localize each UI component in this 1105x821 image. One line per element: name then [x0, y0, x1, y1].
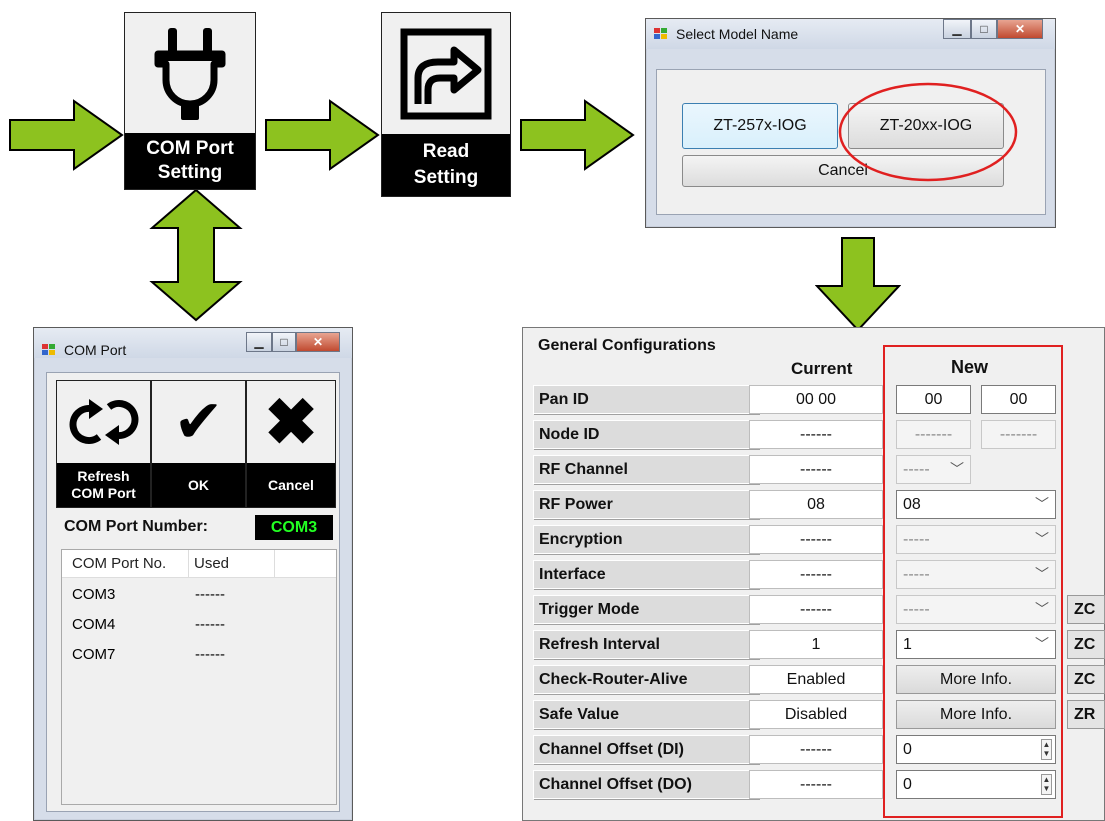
minimize-button[interactable]: ▁ [246, 332, 272, 352]
list-item-used: ------ [195, 646, 225, 663]
row-label-rf-power: RF Power [533, 490, 759, 519]
current-node-id: ------ [749, 420, 883, 449]
window-app-icon [654, 28, 667, 39]
flow-arrow-3 [520, 99, 635, 171]
current-refresh-interval: 1 [749, 630, 883, 659]
current-encryption: ------ [749, 525, 883, 554]
list-item[interactable]: COM7 [72, 646, 115, 663]
current-trigger-mode: ------ [749, 595, 883, 624]
flow-double-arrow [149, 188, 243, 322]
flow-down-arrow [815, 237, 901, 332]
current-rf-power: 08 [749, 490, 883, 519]
window-title: COM Port [64, 342, 127, 358]
cancel-button[interactable]: ✖ Cancel [246, 380, 336, 508]
refresh-com-port-label: Refresh COM Port [57, 463, 150, 507]
window-title: Select Model Name [676, 26, 799, 42]
row-label-encryption: Encryption [533, 525, 759, 554]
close-button[interactable]: ✕ [296, 332, 340, 352]
read-setting-button[interactable]: Read Setting [381, 12, 511, 197]
checkmark-icon: ✔ [173, 388, 224, 455]
check-router-alive-side-label: ZC [1067, 665, 1105, 694]
column-current-header: Current [791, 359, 853, 378]
trigger-mode-side-label: ZC [1067, 595, 1105, 624]
row-label-rf-channel: RF Channel [533, 455, 759, 484]
row-label-node-id: Node ID [533, 420, 759, 449]
flow-arrow-2 [265, 99, 380, 171]
flow-arrow-1 [9, 99, 124, 171]
current-check-router-alive: Enabled [749, 665, 883, 694]
refresh-icon [57, 381, 150, 463]
list-header-used[interactable]: Used [194, 555, 229, 572]
close-x-icon: ✖ [264, 385, 318, 458]
current-safe-value: Disabled [749, 700, 883, 729]
row-label-safe-value: Safe Value [533, 700, 759, 729]
plug-icon [125, 13, 255, 135]
ok-button[interactable]: ✔ OK [151, 380, 246, 508]
maximize-button[interactable]: □ [971, 19, 997, 39]
new-column-highlight [883, 345, 1063, 818]
close-button[interactable]: ✕ [997, 19, 1043, 39]
model-zt-257x-iog-button[interactable]: ZT-257x-IOG [682, 103, 838, 149]
current-pan-id: 00 00 [749, 385, 883, 414]
refresh-interval-side-label: ZC [1067, 630, 1105, 659]
com-port-number-value: COM3 [255, 515, 333, 540]
list-header-port[interactable]: COM Port No. [72, 555, 166, 572]
list-item-used: ------ [195, 616, 225, 633]
current-channel-offset-do: ------ [749, 770, 883, 799]
com-port-setting-button[interactable]: COM Port Setting [124, 12, 256, 190]
current-interface: ------ [749, 560, 883, 589]
com-port-window: COM Port ▁ □ ✕ Refresh COM Port ✔ OK ✖ C… [33, 327, 353, 821]
row-label-trigger-mode: Trigger Mode [533, 595, 759, 624]
panel-title: General Configurations [538, 337, 716, 354]
row-label-check-router-alive: Check-Router-Alive [533, 665, 759, 694]
refresh-com-port-button[interactable]: Refresh COM Port [56, 380, 151, 508]
row-label-pan-id: Pan ID [533, 385, 759, 414]
general-configurations-panel: General Configurations Current New Pan I… [522, 327, 1105, 821]
row-label-channel-offset-di: Channel Offset (DI) [533, 735, 759, 764]
share-arrow-icon [382, 13, 510, 135]
row-label-channel-offset-do: Channel Offset (DO) [533, 770, 759, 799]
com-port-list[interactable]: COM Port No. Used COM3 ------ COM4 -----… [61, 549, 337, 805]
row-label-interface: Interface [533, 560, 759, 589]
maximize-button[interactable]: □ [272, 332, 296, 352]
ok-label: OK [152, 463, 245, 507]
row-label-refresh-interval: Refresh Interval [533, 630, 759, 659]
highlight-ellipse [838, 82, 1018, 182]
com-port-number-label: COM Port Number: [64, 518, 208, 535]
list-item[interactable]: COM4 [72, 616, 115, 633]
list-item[interactable]: COM3 [72, 586, 115, 603]
current-rf-channel: ------ [749, 455, 883, 484]
current-channel-offset-di: ------ [749, 735, 883, 764]
safe-value-side-label: ZR [1067, 700, 1105, 729]
window-app-icon [42, 344, 55, 355]
com-port-setting-label: COM Port Setting [125, 133, 255, 189]
minimize-button[interactable]: ▁ [943, 19, 971, 39]
read-setting-label: Read Setting [382, 134, 510, 196]
cancel-label: Cancel [247, 463, 335, 507]
list-item-used: ------ [195, 586, 225, 603]
